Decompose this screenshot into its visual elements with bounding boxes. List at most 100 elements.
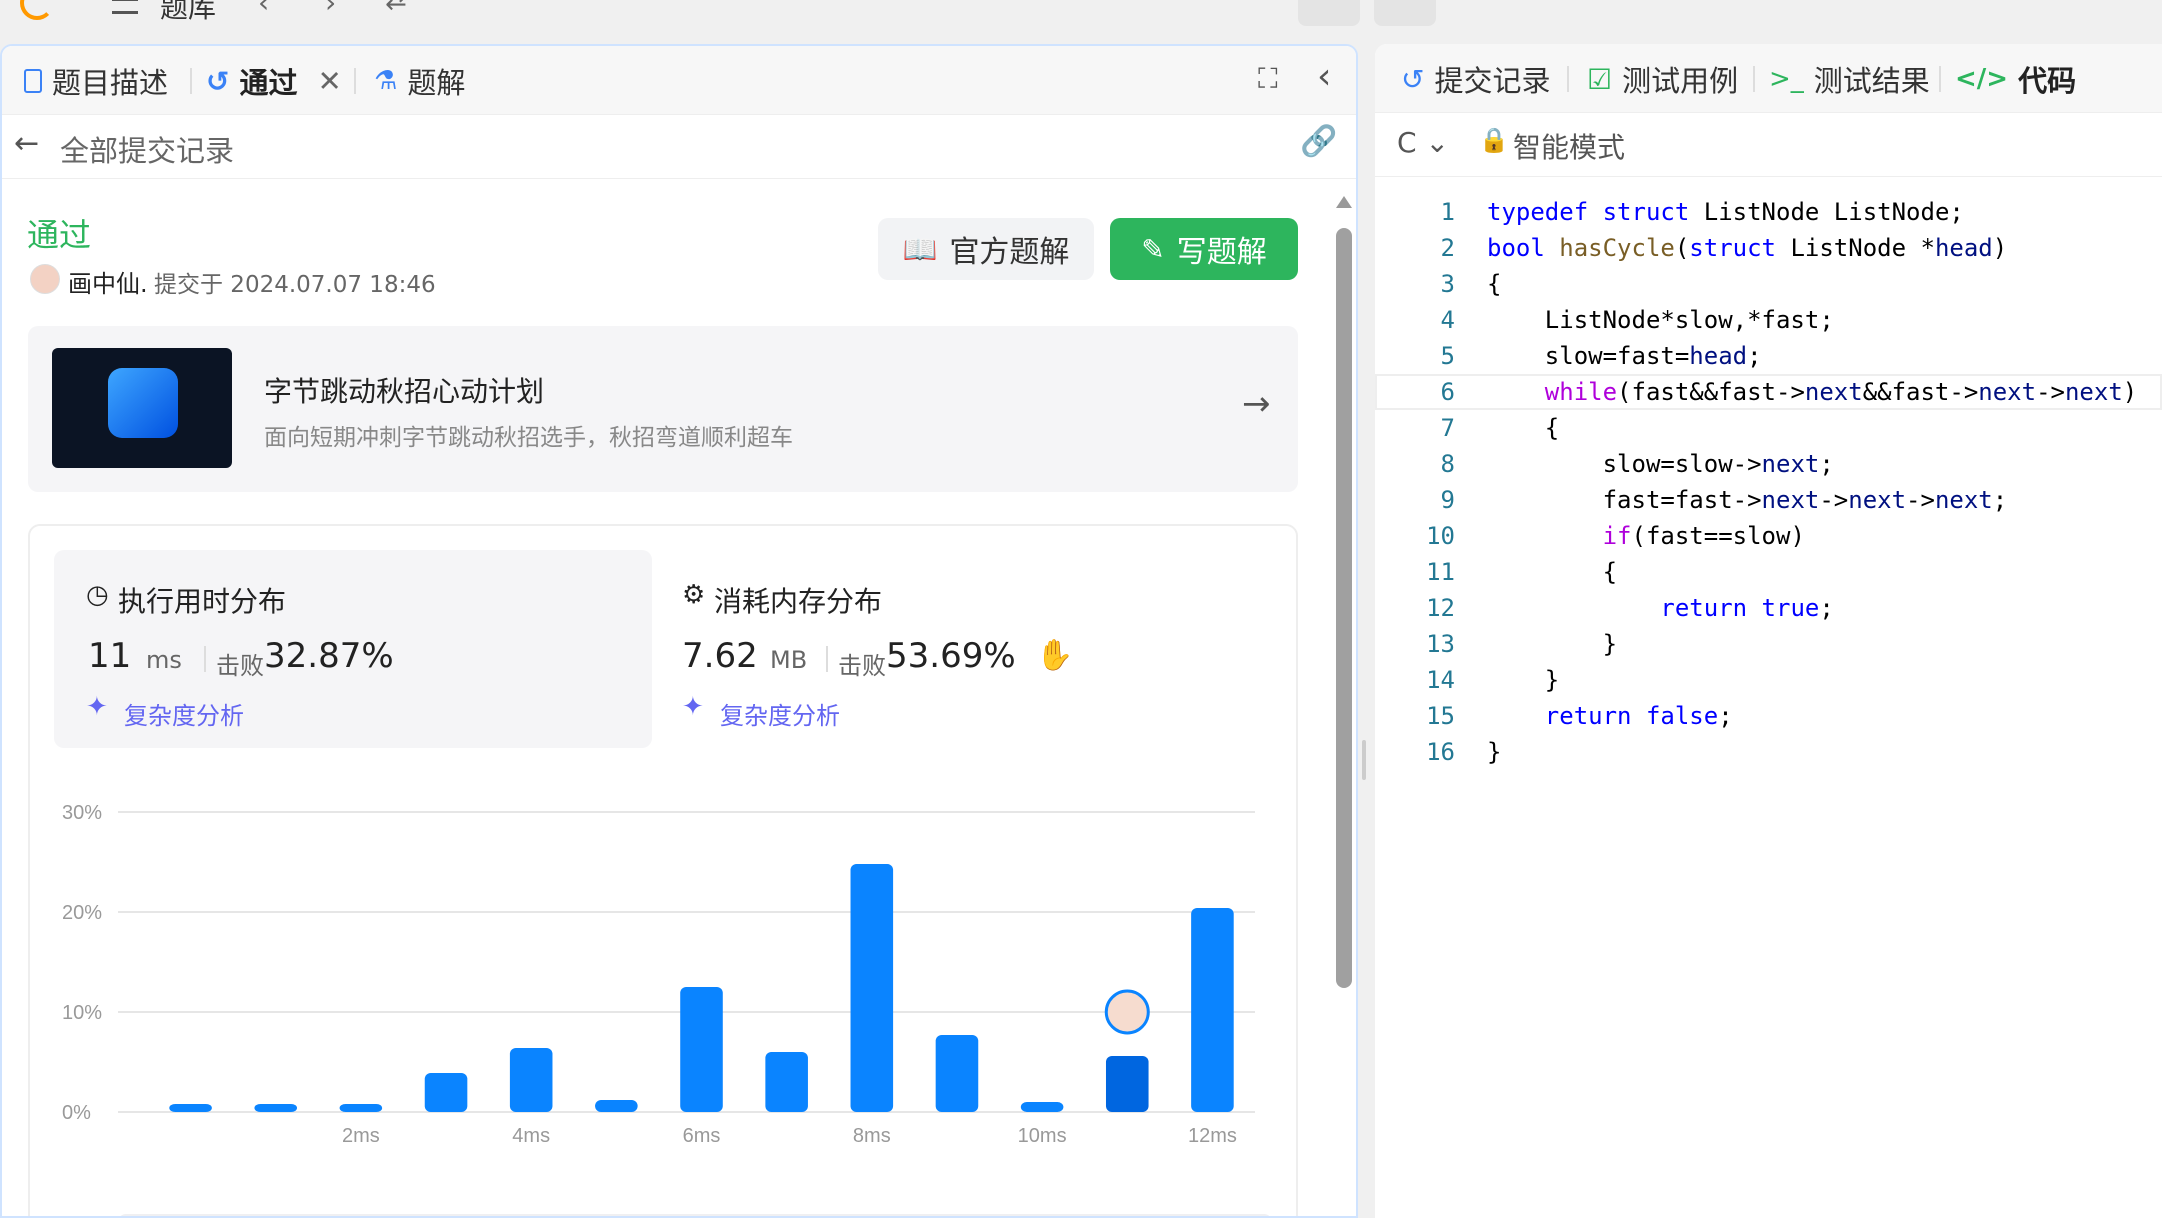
arrow-right-icon[interactable]: → (1242, 384, 1271, 424)
promo-card[interactable]: 字节跳动秋招心动计划 面向短期冲刺字节跳动秋招选手，秋招弯道顺利超车 → (28, 326, 1298, 492)
write-solution-button[interactable]: ✎ 写题解 (1110, 218, 1298, 280)
all-submissions-link[interactable]: 全部提交记录 (60, 128, 234, 170)
clap-icon: ✋ (1036, 638, 1074, 673)
language-select[interactable]: C ⌄ (1397, 126, 1449, 159)
scrollbar-up-arrow[interactable] (1336, 196, 1352, 208)
line-number: 1 (1440, 198, 1455, 226)
bar-7[interactable] (680, 987, 723, 1112)
official-solution-button[interactable]: 📖 官方题解 (878, 218, 1094, 280)
bar-12[interactable] (1105, 1056, 1149, 1112)
code-text: } (1487, 738, 1502, 766)
clock-icon: ◷ (86, 580, 109, 610)
close-icon[interactable]: ✕ (317, 64, 341, 98)
next-icon[interactable]: › (325, 0, 336, 19)
terminal-icon: >_ (1769, 64, 1804, 94)
memory-value: 7.62 (682, 636, 758, 676)
line-number: 11 (1426, 558, 1455, 586)
line-number: 4 (1440, 306, 1455, 334)
line-number: 16 (1426, 738, 1455, 766)
chart-logo-icon (108, 368, 178, 438)
book-icon: 📖 (902, 232, 938, 266)
line-number: 8 (1440, 450, 1455, 478)
runtime-value: 11 (88, 636, 132, 676)
back-arrow-icon[interactable]: ← (14, 126, 39, 161)
code-line[interactable]: 1 typedef struct ListNode ListNode; (1375, 194, 2162, 230)
bar-10[interactable] (935, 1035, 979, 1112)
bar-13[interactable] (1191, 908, 1234, 1112)
promo-subtitle: 面向短期冲刺字节跳动秋招选手，秋招弯道顺利超车 (264, 425, 793, 451)
prev-icon[interactable]: ‹ (258, 0, 269, 19)
code-line[interactable]: 4 ListNode*slow,*fast; (1375, 302, 2162, 338)
tab-test-results[interactable]: >_ 测试结果 (1769, 62, 1930, 98)
line-number: 14 (1426, 666, 1455, 694)
edit-icon: ✎ (1141, 232, 1165, 266)
code-line[interactable]: 9 fast=fast->next->next->next; (1375, 482, 2162, 518)
code-panel: ↺ 提交记录 ☑ 测试用例 >_ 测试结果 </> 代码 C ⌄ 🔒 智能模式 … (1375, 44, 2162, 1218)
tab-accepted[interactable]: ↺ 通过 ✕ (206, 64, 342, 100)
code-text: } (1487, 666, 1560, 694)
runtime-card[interactable]: ◷ 执行用时分布 11 ms 击败 32.87% ✦ 复杂度分析 (54, 550, 652, 748)
bar-11[interactable] (1020, 1102, 1064, 1112)
code-line[interactable]: 11 { (1375, 554, 2162, 590)
flask-icon: ⚗ (374, 66, 398, 96)
code-line[interactable]: 6 while(fast&&fast->next&&fast->next->ne… (1375, 374, 2162, 410)
bar-1[interactable] (169, 1104, 212, 1112)
user-name[interactable]: 画中仙. (68, 264, 148, 299)
bar-8[interactable] (765, 1052, 808, 1112)
panel-splitter[interactable] (1362, 740, 1366, 780)
memory-label: 消耗内存分布 (714, 585, 883, 618)
tab-description[interactable]: 题目描述 (24, 64, 168, 100)
submission-panel: 题目描述 ↺ 通过 ✕ ⚗ 题解 ⛶ ‹ ← 全部提交记录 🔗 通过 画中仙. … (0, 44, 1358, 1218)
menu-icon[interactable] (112, 0, 138, 14)
y-tick-label: 10% (62, 1002, 102, 1024)
range-slider[interactable] (118, 1214, 1272, 1216)
bar-6[interactable] (595, 1100, 638, 1112)
scrollbar-thumb[interactable] (1336, 228, 1352, 988)
logo-icon[interactable] (20, 0, 54, 20)
chevron-down-icon: ⌄ (1425, 126, 1449, 159)
code-line[interactable]: 10 if(fast==slow) (1375, 518, 2162, 554)
bar-9[interactable] (850, 864, 894, 1112)
tab-submissions[interactable]: ↺ 提交记录 (1401, 62, 1550, 99)
code-line[interactable]: 5 slow=fast=head; (1375, 338, 2162, 374)
link-icon[interactable]: 🔗 (1300, 124, 1337, 159)
code-line[interactable]: 12 return true; (1375, 590, 2162, 626)
mode-label[interactable]: 智能模式 (1513, 126, 1625, 166)
status-text: 通过 (27, 216, 92, 254)
note-button[interactable] (1374, 0, 1436, 26)
sparkle-icon: ✦ (86, 692, 108, 722)
shuffle-icon[interactable]: ⇄ (385, 0, 407, 16)
bar-3[interactable] (339, 1104, 383, 1112)
tab-solutions[interactable]: ⚗ 题解 (374, 64, 465, 100)
memory-stat[interactable]: ⚙ 消耗内存分布 7.62 MB 击败 53.69% ✋ ✦ 复杂度分析 (676, 550, 1274, 748)
bar-2[interactable] (254, 1104, 298, 1112)
code-text: while(fast&&fast->next&&fast->next->next… (1544, 378, 2138, 406)
line-number: 13 (1426, 630, 1455, 658)
debug-button[interactable] (1298, 0, 1360, 26)
tab-code[interactable]: </> 代码 (1955, 62, 2076, 98)
topbar-title[interactable]: 题库 (160, 0, 216, 26)
bar-4[interactable] (424, 1073, 468, 1112)
code-line[interactable]: 16} (1375, 734, 2162, 770)
runtime-beat-label: 击败 (216, 652, 264, 680)
stats-container: ◷ 执行用时分布 11 ms 击败 32.87% ✦ 复杂度分析 ⚙ 消耗内存分… (28, 524, 1298, 1216)
code-editor[interactable]: 1 typedef struct ListNode ListNode; 2 bool … (1375, 194, 2162, 814)
memory-analysis-link[interactable]: 复杂度分析 (720, 696, 840, 731)
collapse-icon[interactable]: ‹ (1317, 56, 1331, 97)
sparkle-icon: ✦ (682, 692, 704, 722)
code-line[interactable]: 3{ (1375, 266, 2162, 302)
avatar (30, 264, 60, 294)
code-icon: </> (1955, 64, 2009, 94)
bar-5[interactable] (509, 1048, 553, 1112)
code-line[interactable]: 15 return false; (1375, 698, 2162, 734)
code-line[interactable]: 7 { (1375, 410, 2162, 446)
y-tick-label: 20% (62, 902, 102, 924)
runtime-analysis-link[interactable]: 复杂度分析 (124, 696, 244, 731)
code-line[interactable]: 14 } (1375, 662, 2162, 698)
code-line[interactable]: 8 slow=slow->next; (1375, 446, 2162, 482)
tab-testcases[interactable]: ☑ 测试用例 (1587, 62, 1738, 99)
line-number: 5 (1440, 342, 1455, 370)
code-line[interactable]: 13 } (1375, 626, 2162, 662)
fullscreen-icon[interactable]: ⛶ (1258, 62, 1278, 96)
code-line[interactable]: 2 bool hasCycle(struct ListNode *head) (1375, 230, 2162, 266)
